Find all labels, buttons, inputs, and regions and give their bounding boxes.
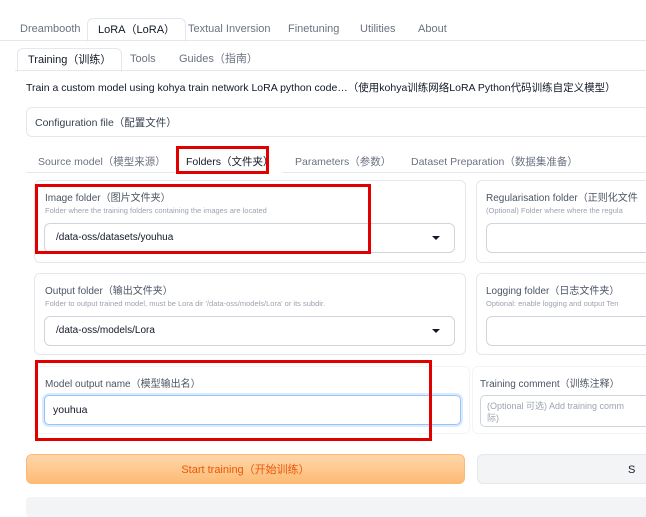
- highlight-image-folder: [35, 184, 371, 254]
- training-comment-placeholder-cont: 际): [487, 413, 499, 423]
- regularisation-folder-dropdown[interactable]: [486, 223, 646, 253]
- sub-tabs-divider: [15, 70, 646, 71]
- output-folder-dropdown[interactable]: /data-oss/models/Lora: [44, 316, 455, 346]
- page-description: Train a custom model using kohya train n…: [26, 82, 616, 94]
- training-comment-textarea[interactable]: (Optional 可选) Add training comm 际): [480, 395, 646, 427]
- tab-utilities[interactable]: Utilities: [360, 18, 395, 40]
- tab-guides[interactable]: Guides（指南）: [179, 48, 258, 70]
- output-folder-label: Output folder（输出文件夹）: [45, 286, 173, 297]
- tab-source-model[interactable]: Source model（模型来源）: [38, 151, 166, 173]
- output-folder-info: Folder to output trained model, must be …: [45, 299, 326, 308]
- tab-textual-inversion[interactable]: Textual Inversion: [188, 18, 271, 40]
- tab-parameters[interactable]: Parameters（参数）: [295, 151, 391, 173]
- highlight-folders-tab: [176, 146, 269, 174]
- regularisation-folder-group: Regularisation folder（正则化文件 (Optional) F…: [476, 180, 646, 263]
- inner-tabs-divider: [26, 172, 646, 173]
- chevron-down-icon: [432, 329, 440, 333]
- highlight-model-output-name: [35, 360, 432, 441]
- top-tabs-divider: [0, 40, 646, 41]
- tab-tools[interactable]: Tools: [130, 48, 156, 70]
- logging-folder-info: Optional: enable logging and output Ten: [486, 299, 619, 308]
- output-folder-value: /data-oss/models/Lora: [56, 325, 155, 336]
- training-comment-label: Training comment（训练注释）: [480, 379, 620, 390]
- configuration-file-accordion[interactable]: Configuration file（配置文件）: [26, 107, 646, 137]
- chevron-down-icon: [432, 236, 440, 240]
- output-folder-group: Output folder（输出文件夹） Folder to output tr…: [34, 273, 466, 355]
- regularisation-folder-info: (Optional) Folder where where the regula: [486, 206, 623, 215]
- tab-lora[interactable]: LoRA（LoRA）: [87, 18, 187, 42]
- tab-finetuning[interactable]: Finetuning: [288, 18, 339, 40]
- logging-folder-label: Logging folder（日志文件夹）: [486, 286, 620, 297]
- tab-about[interactable]: About: [418, 18, 447, 40]
- tab-training[interactable]: Training（训练）: [17, 48, 123, 72]
- bottom-panel: [26, 497, 646, 517]
- tab-dataset-preparation[interactable]: Dataset Preparation（数据集准备）: [411, 151, 578, 173]
- training-comment-placeholder: (Optional 可选) Add training comm: [487, 401, 625, 411]
- logging-folder-group: Logging folder（日志文件夹） Optional: enable l…: [476, 273, 646, 355]
- regularisation-folder-label: Regularisation folder（正则化文件: [486, 193, 638, 204]
- logging-folder-dropdown[interactable]: [486, 316, 646, 346]
- stop-training-button[interactable]: S: [477, 454, 646, 484]
- tab-dreambooth[interactable]: Dreambooth: [20, 18, 81, 40]
- training-comment-group: Training comment（训练注释） (Optional 可选) Add…: [472, 366, 646, 434]
- configuration-file-label: Configuration file（配置文件）: [35, 117, 177, 129]
- start-training-button[interactable]: Start training（开始训练）: [26, 454, 465, 484]
